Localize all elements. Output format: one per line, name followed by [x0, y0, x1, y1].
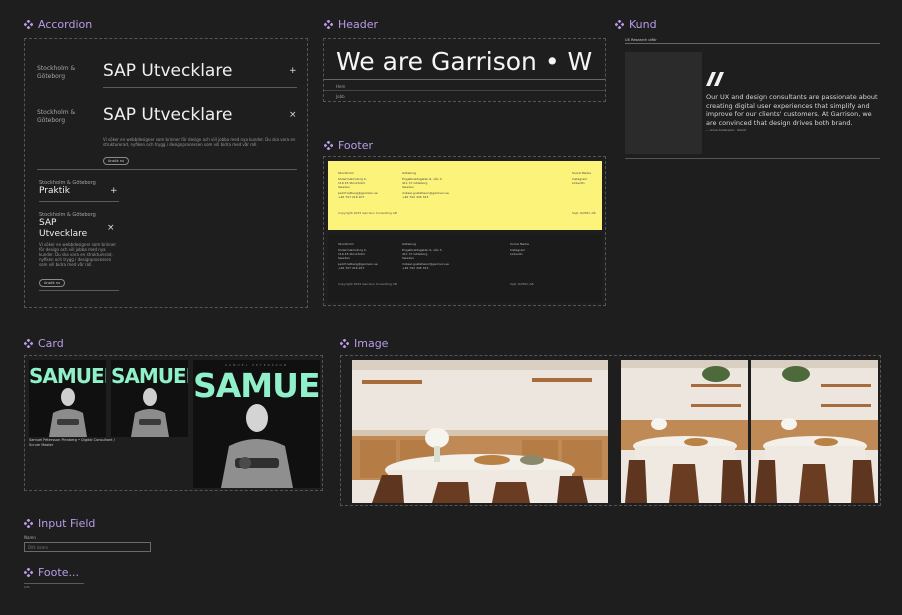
- accordion-city: Stockholm & Göteborg: [37, 109, 76, 124]
- component-label-footer[interactable]: Footer: [324, 139, 373, 152]
- footer-phone[interactable]: +46 707 216 207: [338, 266, 378, 270]
- component-icon: [24, 20, 33, 29]
- card-image[interactable]: SAMUEL: [111, 360, 188, 437]
- component-label-accordion[interactable]: Accordion: [24, 18, 92, 31]
- kund-image-placeholder: [625, 52, 702, 154]
- footer-col-goteborg: Göteborg Engelbrektsgatan 6, vån 3, 411 …: [402, 171, 449, 199]
- divider: [24, 583, 84, 584]
- image-frame: [340, 355, 881, 506]
- divider: [39, 290, 119, 291]
- footer-phone[interactable]: +46 702 445 323: [402, 266, 449, 270]
- card-frame: SAMUEL Samuel Petersson Pinnberg • Digit…: [24, 355, 323, 491]
- component-label-text: Input Field: [38, 517, 96, 530]
- footer-col-title: Social Media: [510, 242, 529, 246]
- card-image[interactable]: SAMUEL: [29, 360, 106, 437]
- footer-phone[interactable]: +46 707 216 207: [338, 195, 378, 199]
- accordion-city: Stockholm & Göteborg: [37, 65, 76, 80]
- accordion-title[interactable]: SAP Utvecklare: [103, 105, 232, 125]
- component-label-text: Header: [338, 18, 379, 31]
- foote-label: Info: [24, 585, 30, 589]
- apply-button[interactable]: Ansök nu: [39, 279, 66, 287]
- component-label-card[interactable]: Card: [24, 337, 64, 350]
- accordion-title[interactable]: SAP Utvecklare: [39, 218, 103, 240]
- footer-col-goteborg: Göteborg Engelbrektsgatan 6, vån 3, 411 …: [402, 242, 449, 270]
- component-label-kund[interactable]: Kund: [615, 18, 657, 31]
- kund-quote: Our UX and design consultants are passio…: [706, 93, 878, 127]
- divider: [103, 87, 297, 88]
- card-image-large[interactable]: SAMUEL PETERSSON SAMUEL: [193, 360, 320, 488]
- component-label-input-field[interactable]: Input Field: [24, 517, 95, 530]
- component-icon: [324, 141, 333, 150]
- component-icon: [340, 339, 349, 348]
- component-icon: [24, 568, 33, 577]
- close-icon[interactable]: ×: [107, 223, 115, 233]
- footer-dark: Stockholm Södermalmstorg 4, 116 45 Stock…: [328, 234, 602, 303]
- divider: [324, 90, 605, 91]
- footer-copyright: Copyright 2025 Garrison Consulting AB: [338, 211, 397, 215]
- divider: [39, 201, 119, 202]
- component-label-text: Foote...: [38, 566, 79, 579]
- kund-top-label: UX Research utför: [625, 38, 657, 42]
- footer-col-social: Social Media Instagram LinkedIn: [572, 171, 591, 185]
- plus-icon[interactable]: +: [289, 66, 297, 76]
- person-photo: [131, 388, 169, 437]
- name-input[interactable]: [24, 542, 151, 552]
- component-label-text: Kund: [629, 18, 657, 31]
- component-label-foote[interactable]: Foote...: [24, 566, 79, 579]
- footer-col-social: Social Media Instagram LinkedIn: [510, 242, 529, 256]
- kitchen-photo[interactable]: [352, 360, 608, 503]
- card-caption: Samuel Petersson Pinnberg • Digital Cons…: [29, 438, 115, 447]
- input-label: Namn: [24, 535, 36, 540]
- component-icon: [615, 20, 624, 29]
- nav-link[interactable]: Hem: [336, 84, 345, 89]
- close-icon[interactable]: ×: [289, 110, 297, 120]
- component-label-text: Footer: [338, 139, 373, 152]
- footer-phone[interactable]: +46 702 445 323: [402, 195, 449, 199]
- accordion-body: Vi söker en webbdesigner som brinner för…: [39, 242, 117, 267]
- accordion-body: Vi söker en webbdesigner som brinner för…: [103, 137, 296, 147]
- footer-frame: Stockholm Södermalmstorg 4, 116 45 Stock…: [323, 156, 606, 306]
- footer-col-stockholm: Stockholm Södermalmstorg 4, 116 45 Stock…: [338, 242, 378, 270]
- nav-link[interactable]: Jobb: [336, 94, 345, 99]
- header-marquee: We are Garrison • W: [336, 47, 593, 76]
- footer-credit: Sajt: Ostfilm AB: [510, 282, 534, 286]
- kitchen-photo[interactable]: [621, 360, 748, 503]
- footer-social-link[interactable]: LinkedIn: [510, 252, 529, 256]
- component-label-image[interactable]: Image: [340, 337, 388, 350]
- plus-icon[interactable]: +: [110, 186, 118, 196]
- component-icon: [24, 519, 33, 528]
- header-frame: We are Garrison • W Hem Jobb: [323, 38, 606, 102]
- footer-copyright: Copyright 2025 Garrison Consulting AB: [338, 282, 397, 286]
- footer-col-title: Social Media: [572, 171, 591, 175]
- component-label-text: Accordion: [38, 18, 93, 31]
- component-icon: [24, 339, 33, 348]
- footer-col-stockholm: Stockholm Södermalmstorg 4, 116 45 Stock…: [338, 171, 378, 199]
- apply-button[interactable]: Ansök nu: [103, 157, 130, 165]
- divider: [625, 43, 880, 44]
- kund-author: — Anna Andersson · Klient: [706, 128, 746, 132]
- accordion-title[interactable]: SAP Utvecklare: [103, 61, 232, 81]
- kitchen-photo[interactable]: [751, 360, 878, 503]
- component-label-header[interactable]: Header: [324, 18, 378, 31]
- component-label-text: Image: [354, 337, 389, 350]
- component-icon: [324, 20, 333, 29]
- divider: [37, 169, 297, 170]
- footer-light: Stockholm Södermalmstorg 4, 116 45 Stock…: [328, 161, 602, 230]
- accordion-title[interactable]: Praktik: [39, 186, 70, 196]
- person-photo: [49, 388, 87, 437]
- quote-icon: [706, 72, 724, 86]
- divider: [324, 79, 605, 80]
- person-photo: [221, 404, 293, 488]
- component-label-text: Card: [38, 337, 64, 350]
- divider: [625, 158, 880, 159]
- accordion-frame: Stockholm & Göteborg SAP Utvecklare + St…: [24, 38, 308, 308]
- footer-social-link[interactable]: LinkedIn: [572, 181, 591, 185]
- footer-credit: Sajt: Ostfilm AB: [572, 211, 596, 215]
